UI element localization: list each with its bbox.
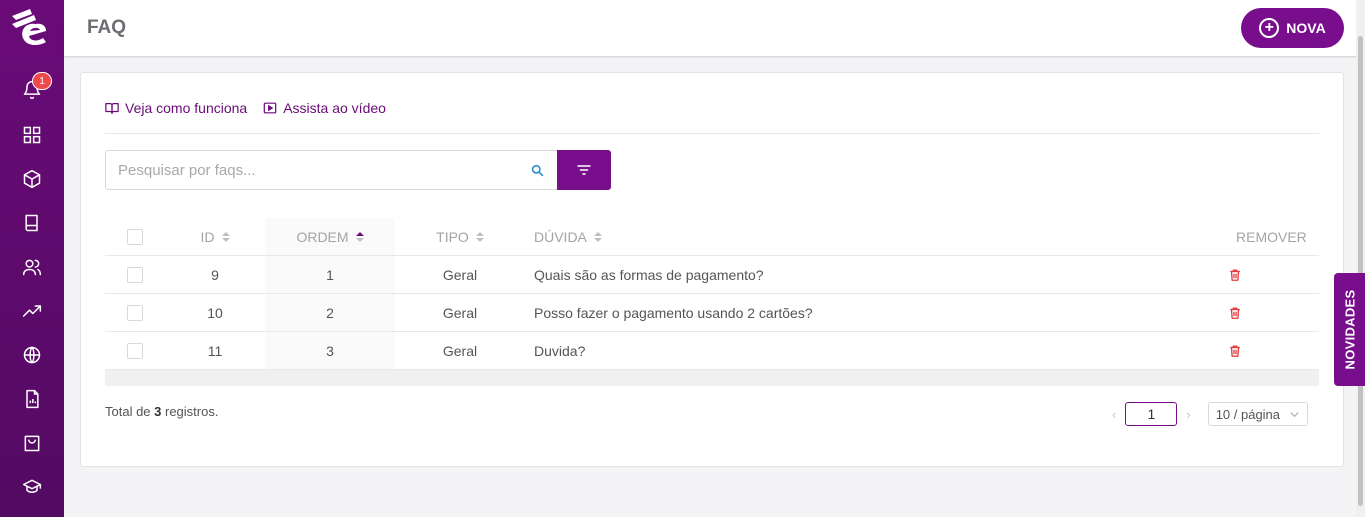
- column-duvida-label: DÚVIDA: [534, 228, 587, 245]
- trash-icon[interactable]: [1228, 268, 1242, 282]
- table-header: ID ORDEM TIPO DÚVIDA REMOVER: [105, 218, 1319, 256]
- row-checkbox[interactable]: [127, 266, 143, 283]
- active-indicator: [57, 347, 64, 361]
- grid-icon: [23, 126, 41, 144]
- column-header-id[interactable]: ID: [165, 218, 265, 255]
- column-header-remover: REMOVER: [1236, 218, 1319, 255]
- page-scrollbar-thumb[interactable]: [1358, 36, 1363, 506]
- table-horizontal-scrollbar[interactable]: [105, 370, 1319, 386]
- sidebar-item-users[interactable]: [0, 245, 64, 289]
- shopping-bag-icon: [24, 435, 40, 452]
- column-remover-label: REMOVER: [1236, 228, 1307, 245]
- faq-card: Veja como funciona Assista ao vídeo ID: [80, 72, 1344, 467]
- report-icon: [26, 389, 39, 409]
- cell-duvida: Quais são as formas de pagamento?: [534, 266, 764, 283]
- table-row[interactable]: 9 1 Geral Quais são as formas de pagamen…: [105, 256, 1319, 294]
- novidades-label: NOVIDADES: [1342, 289, 1357, 370]
- cell-duvida: Duvida?: [534, 342, 586, 359]
- how-it-works-link[interactable]: Veja como funciona: [105, 100, 247, 116]
- next-page-icon[interactable]: ›: [1186, 407, 1190, 422]
- globe-icon: [23, 346, 41, 364]
- prev-page-icon[interactable]: ‹: [1112, 407, 1116, 422]
- table-row[interactable]: 11 3 Geral Duvida?: [105, 332, 1319, 370]
- cell-id: 10: [207, 304, 223, 321]
- page-size-label: 10 / página: [1215, 406, 1281, 422]
- page-header: FAQ + NOVA: [64, 0, 1356, 57]
- cell-id: 9: [211, 266, 219, 283]
- help-links: Veja como funciona Assista ao vídeo: [105, 100, 386, 116]
- cell-tipo: Geral: [442, 342, 478, 359]
- sidebar-item-reports[interactable]: [0, 289, 64, 333]
- column-tipo-label: TIPO: [436, 228, 469, 245]
- sort-icon: [221, 231, 230, 242]
- row-checkbox[interactable]: [127, 304, 143, 321]
- new-button-label: NOVA: [1286, 20, 1326, 36]
- select-all-cell: [105, 218, 165, 255]
- book-icon: [25, 214, 38, 232]
- sort-ascending-icon: [355, 231, 364, 242]
- column-ordem-label: ORDEM: [296, 228, 349, 245]
- brand-logo[interactable]: [8, 6, 54, 50]
- table-row[interactable]: 10 2 Geral Posso fazer o pagamento usand…: [105, 294, 1319, 332]
- cell-duvida: Posso fazer o pagamento usando 2 cartões…: [534, 304, 813, 321]
- new-faq-button[interactable]: + NOVA: [1241, 8, 1344, 48]
- select-all-checkbox[interactable]: [127, 228, 143, 245]
- cell-ordem: 1: [326, 266, 334, 283]
- cell-tipo: Geral: [442, 266, 478, 283]
- column-header-duvida[interactable]: DÚVIDA: [534, 218, 934, 255]
- sidebar-item-documents[interactable]: [0, 377, 64, 421]
- sidebar-item-products[interactable]: [0, 157, 64, 201]
- play-video-icon: [263, 102, 277, 114]
- cell-id: 11: [207, 342, 223, 359]
- sidebar-item-store[interactable]: [0, 421, 64, 465]
- trash-icon[interactable]: [1228, 306, 1242, 320]
- row-checkbox[interactable]: [127, 342, 143, 359]
- cell-ordem: 2: [326, 304, 334, 321]
- search-icon[interactable]: [517, 164, 557, 177]
- box-icon: [23, 169, 41, 189]
- filter-button[interactable]: [557, 150, 611, 190]
- sidebar-item-notifications[interactable]: [0, 68, 64, 112]
- divider: [105, 133, 1319, 134]
- page-title: FAQ: [87, 17, 127, 38]
- sort-icon: [593, 231, 602, 242]
- plus-circle-icon: +: [1259, 18, 1280, 38]
- total-prefix: Total de: [105, 404, 155, 419]
- sidebar-item-dashboard[interactable]: [0, 113, 64, 157]
- column-header-ordem[interactable]: ORDEM: [265, 218, 395, 255]
- trash-icon[interactable]: [1228, 344, 1242, 358]
- column-id-label: ID: [200, 228, 215, 245]
- search-input[interactable]: [106, 152, 517, 188]
- filter-icon: [577, 165, 591, 175]
- faq-table: ID ORDEM TIPO DÚVIDA REMOVER 9 1 Geral Q…: [105, 218, 1319, 370]
- notification-badge: 1: [32, 72, 52, 90]
- sidebar-item-academy[interactable]: [0, 465, 64, 509]
- chevron-down-icon: [1290, 411, 1299, 417]
- cell-ordem: 3: [326, 342, 334, 359]
- search-box: [105, 150, 558, 190]
- users-icon: [22, 259, 42, 276]
- cell-tipo: Geral: [442, 304, 478, 321]
- graduation-cap-icon: [22, 479, 42, 493]
- column-header-tipo[interactable]: TIPO: [395, 218, 525, 255]
- sidebar-item-site[interactable]: [0, 333, 64, 377]
- total-suffix: registros.: [161, 404, 219, 419]
- pagination: ‹ › 10 / página: [1112, 402, 1308, 426]
- novidades-tab[interactable]: NOVIDADES: [1334, 273, 1365, 386]
- open-book-icon: [105, 103, 119, 114]
- sort-icon: [475, 231, 484, 242]
- current-page-input[interactable]: [1125, 402, 1178, 426]
- page-size-select[interactable]: 10 / página: [1207, 402, 1308, 426]
- trending-icon: [22, 305, 42, 317]
- sidebar: 1: [0, 0, 64, 517]
- sidebar-item-courses[interactable]: [0, 201, 64, 245]
- how-it-works-label: Veja como funciona: [125, 100, 248, 116]
- watch-video-label: Assista ao vídeo: [283, 100, 386, 116]
- total-records: Total de 3 registros.: [105, 404, 218, 419]
- watch-video-link[interactable]: Assista ao vídeo: [263, 100, 386, 116]
